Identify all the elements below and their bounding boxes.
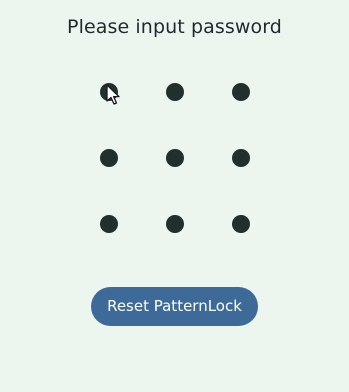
pattern-dot-3[interactable] (232, 83, 250, 101)
page-title: Please input password (67, 16, 282, 38)
pattern-dot-2[interactable] (166, 83, 184, 101)
pattern-dot-7[interactable] (100, 215, 118, 233)
pattern-dot-9[interactable] (232, 215, 250, 233)
reset-patternlock-button[interactable]: Reset PatternLock (91, 287, 258, 326)
pattern-dot-5[interactable] (166, 149, 184, 167)
pattern-dot-8[interactable] (166, 215, 184, 233)
mouse-pointer-icon (106, 84, 120, 105)
pattern-dot-6[interactable] (232, 149, 250, 167)
pattern-dot-4[interactable] (100, 149, 118, 167)
